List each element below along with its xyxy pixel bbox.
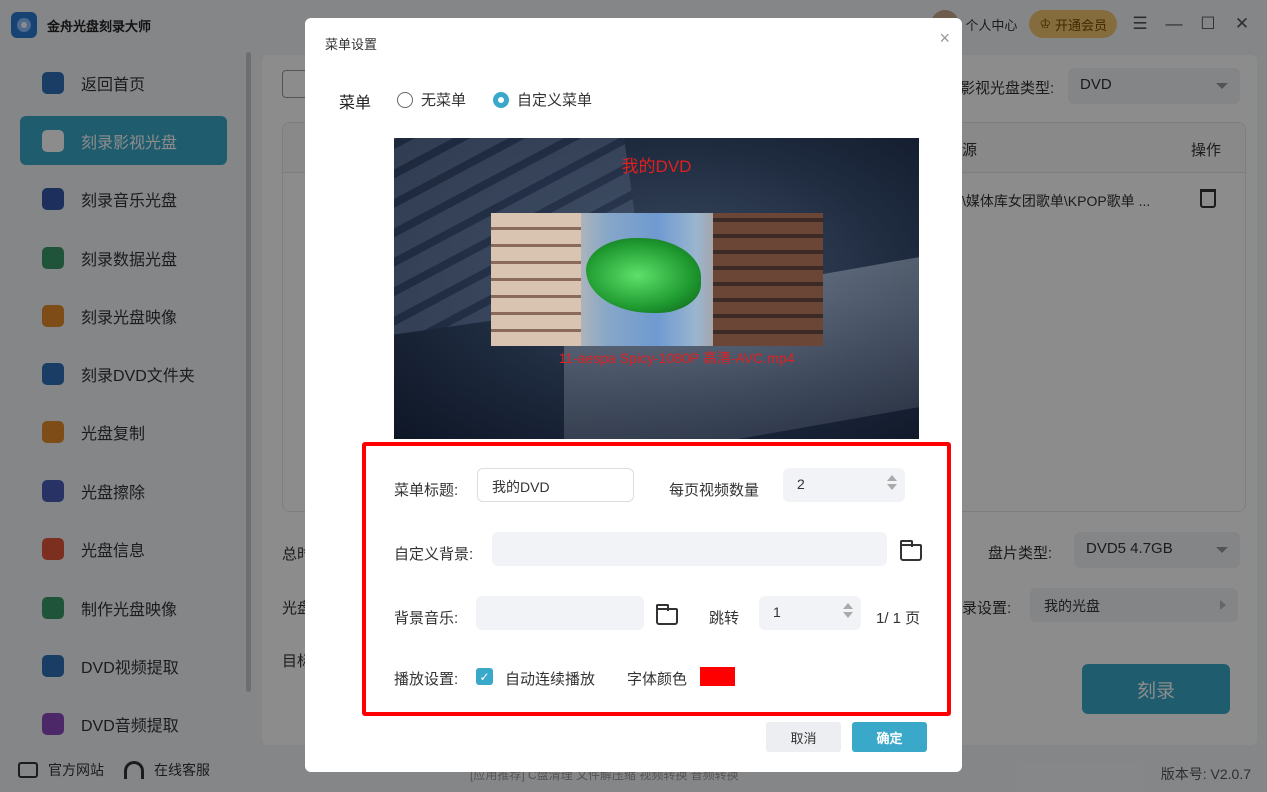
font-color-label: 字体颜色 (627, 671, 688, 688)
jump-stepper[interactable]: 1 (759, 596, 861, 630)
autoplay-checkbox[interactable]: ✓ (476, 668, 493, 685)
menu-preview: 我的DVD 11-aespa Spicy-1080P 高清-AVC.mp4 (394, 138, 919, 439)
ok-button[interactable]: 确定 (852, 722, 927, 752)
thumbnail-balloon (586, 238, 701, 313)
radio-unchecked-icon (397, 91, 413, 108)
close-icon[interactable]: × (939, 28, 950, 49)
cancel-button[interactable]: 取消 (766, 722, 841, 752)
folder-icon[interactable] (900, 540, 922, 561)
menu-title-label: 菜单标题: (394, 482, 459, 499)
per-page-label: 每页视频数量 (669, 482, 760, 499)
spinner-icon[interactable] (843, 603, 853, 623)
radio-checked-icon (493, 91, 509, 108)
menu-title-input[interactable]: 我的DVD (477, 468, 634, 502)
jump-value: 1 (773, 604, 781, 620)
thumbnail-building-right (713, 213, 823, 346)
bg-music-label: 背景音乐: (394, 610, 459, 627)
preview-title: 我的DVD (621, 157, 692, 176)
menu-settings-dialog: 菜单设置 × 菜单 无菜单 自定义菜单 我的DVD 11-aespa Spicy… (305, 18, 962, 772)
per-page-value: 2 (797, 476, 805, 492)
bg-music-input[interactable] (476, 596, 644, 630)
play-setting-label: 播放设置: (394, 671, 459, 688)
page-info: 1/ 1 页 (876, 610, 921, 627)
folder-icon[interactable] (656, 604, 678, 625)
menu-label: 菜单 (339, 95, 372, 112)
font-color-swatch[interactable] (700, 667, 735, 686)
radio-no-menu[interactable]: 无菜单 (397, 89, 466, 110)
per-page-stepper[interactable]: 2 (783, 468, 905, 502)
dialog-title: 菜单设置 (325, 37, 378, 52)
radio-no-menu-label: 无菜单 (421, 92, 467, 109)
custom-bg-input[interactable] (492, 532, 887, 566)
custom-bg-label: 自定义背景: (394, 546, 474, 563)
radio-custom-menu-label: 自定义菜单 (517, 92, 593, 109)
spinner-icon[interactable] (887, 475, 897, 495)
video-caption: 11-aespa Spicy-1080P 高清-AVC.mp4 (558, 350, 795, 366)
video-thumbnail[interactable] (491, 213, 823, 346)
radio-custom-menu[interactable]: 自定义菜单 (493, 89, 592, 110)
jump-label: 跳转 (709, 610, 740, 627)
autoplay-label: 自动连续播放 (505, 671, 596, 688)
thumbnail-building-left (491, 213, 581, 346)
